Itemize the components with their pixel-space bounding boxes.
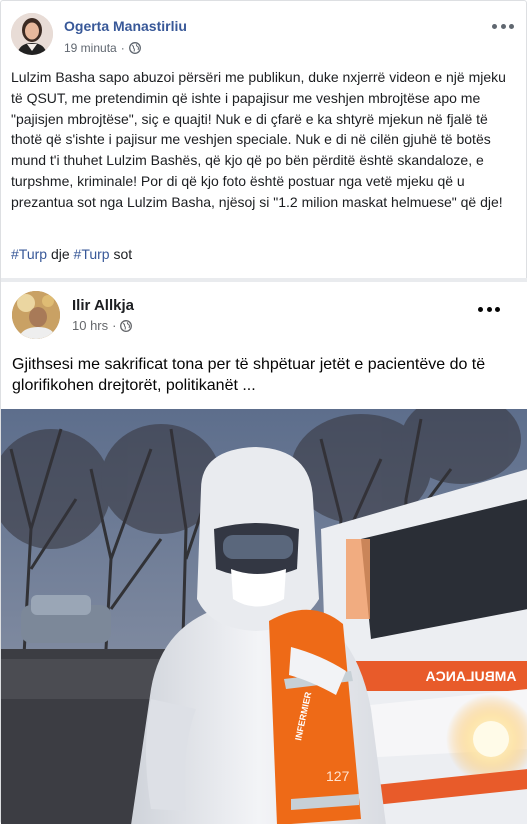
author-name[interactable]: Ogerta Manastirliu <box>64 18 187 34</box>
meta-separator: · <box>112 318 117 333</box>
post-time[interactable]: 19 minuta <box>64 41 117 55</box>
hashtags: #Turp dje #Turp sot <box>11 246 132 262</box>
shared-author-name[interactable]: Ilir Allkja <box>72 297 134 314</box>
author-avatar[interactable] <box>11 13 53 55</box>
dot <box>509 23 514 29</box>
hashtag-link[interactable]: #Turp <box>11 246 47 262</box>
dot <box>478 306 483 312</box>
shared-post-meta: 10 hrs · <box>72 318 133 333</box>
divider <box>1 278 527 282</box>
hashtag-text: sot <box>109 246 133 262</box>
dot <box>500 23 506 29</box>
globe-icon[interactable] <box>128 42 141 54</box>
vest-number: 127 <box>326 768 350 784</box>
more-options-icon[interactable] <box>478 306 500 312</box>
meta-separator: · <box>120 41 125 55</box>
ambulance-text: AMBULANCA <box>426 668 517 684</box>
post-photo[interactable]: AMBULANCA INFERMIER 127 <box>1 409 527 824</box>
post-meta: 19 minuta · <box>64 41 141 55</box>
shared-post: Ilir Allkja 10 hrs · Gjithsesi me sakrif… <box>1 278 527 824</box>
dot <box>495 306 500 312</box>
dot <box>486 306 492 312</box>
shared-post-time[interactable]: 10 hrs <box>72 318 108 333</box>
globe-icon[interactable] <box>120 319 133 332</box>
more-options-icon[interactable] <box>492 17 514 35</box>
shared-author-avatar[interactable] <box>12 291 60 339</box>
post-header: Ogerta Manastirliu 19 minuta · <box>11 13 516 63</box>
post-text: Lulzim Basha sapo abuzoi përsëri me publ… <box>11 69 506 210</box>
shared-post-text: Gjithsesi me sakrificat tona per të shpë… <box>12 356 486 394</box>
hashtag-text: dje <box>47 246 74 262</box>
hashtag-link[interactable]: #Turp <box>74 246 110 262</box>
facebook-post: Ogerta Manastirliu 19 minuta · Lulzim Ba… <box>0 0 527 824</box>
dot <box>492 23 497 29</box>
